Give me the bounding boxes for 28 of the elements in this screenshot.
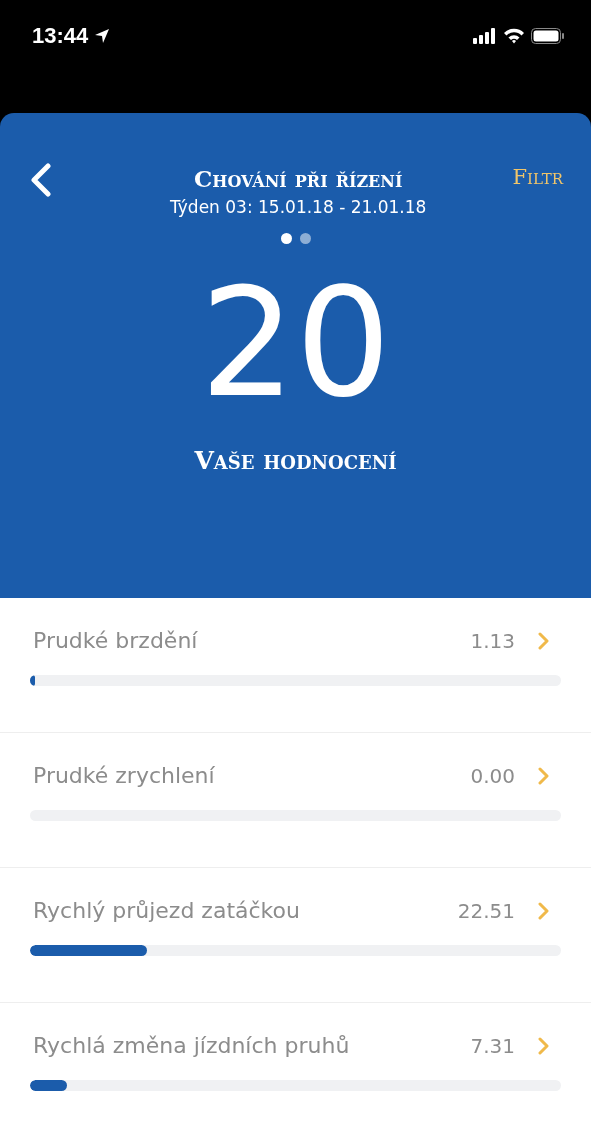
- chevron-icon: [537, 631, 549, 650]
- screen-title: Chování při řízení: [194, 164, 403, 194]
- metric-value: 22.51: [457, 898, 515, 923]
- metric-name: Rychlá změna jízdních pruhů: [33, 1033, 351, 1058]
- signal-icon: [473, 28, 497, 44]
- location-arrow-icon: [94, 28, 111, 44]
- chevron-icon: [537, 1036, 549, 1055]
- metric-row[interactable]: Prudké brzdění 1.13: [0, 598, 591, 733]
- metric-row[interactable]: Rychlá změna jízdních pruhů 7.31: [0, 1003, 591, 1133]
- week-range: Týden 03: 15.01.18 - 21.01.18: [170, 196, 427, 219]
- metric-value: 1.13: [470, 628, 515, 653]
- wifi-icon: [503, 28, 525, 44]
- metric-row[interactable]: Rychlý průjezd zatáčkou 22.51: [0, 868, 591, 1003]
- status-time: 13:44: [32, 22, 89, 50]
- score-value: 20: [200, 258, 391, 428]
- filter-button[interactable]: Filtr: [512, 165, 563, 189]
- metric-name: Rychlý průjezd zatáčkou: [33, 898, 301, 923]
- metric-value: 7.31: [470, 1033, 515, 1058]
- battery-icon: [531, 28, 565, 44]
- back-button[interactable]: [28, 163, 54, 197]
- page-indicator-dot[interactable]: [280, 233, 292, 244]
- metric-name: Prudké brzdění: [33, 628, 199, 653]
- page-indicator-dot[interactable]: [299, 233, 311, 244]
- score-label: Vaše hodnocení: [194, 446, 397, 475]
- chevron-icon: [537, 766, 549, 785]
- metric-name: Prudké zrychlení: [33, 763, 216, 788]
- metric-value: 0.00: [470, 763, 515, 788]
- chevron-icon: [537, 901, 549, 920]
